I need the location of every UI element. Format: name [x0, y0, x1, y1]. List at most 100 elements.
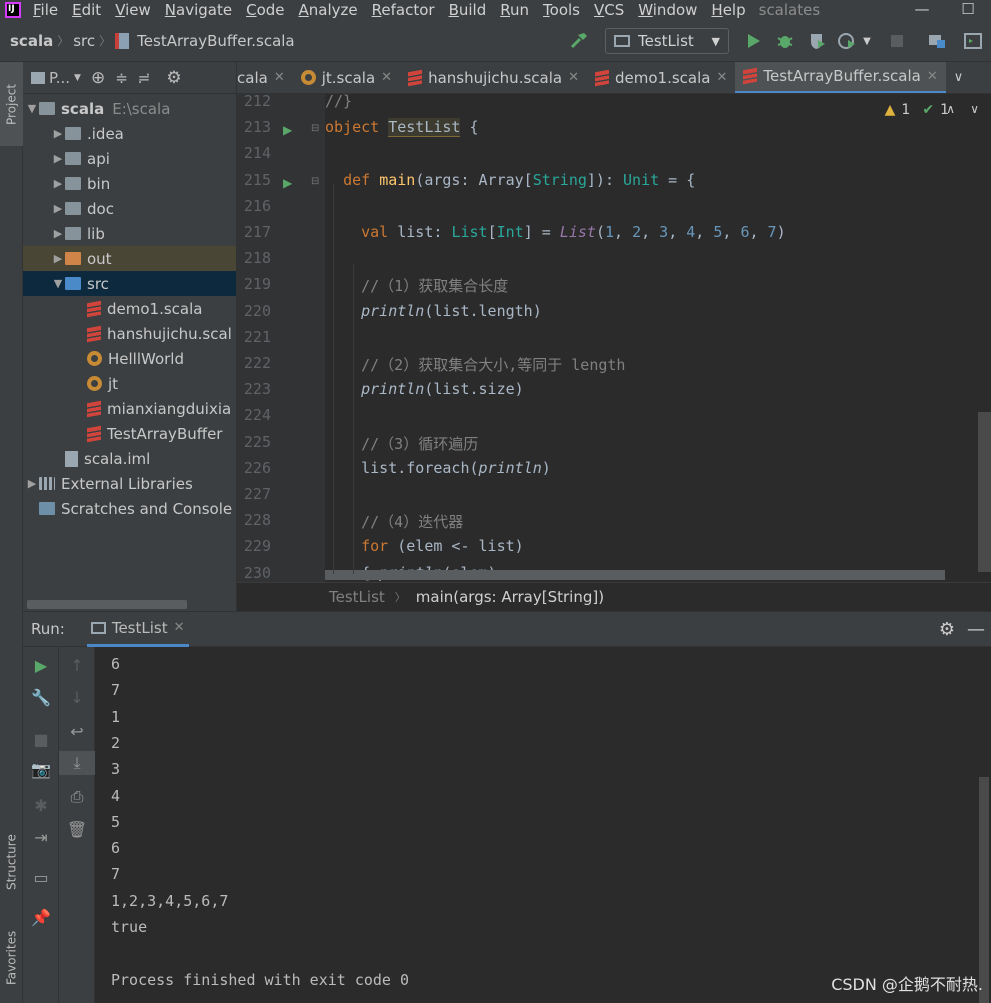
tree-item[interactable]: ▶ .idea — [23, 121, 236, 146]
up-arrow-icon[interactable]: ↑ — [59, 653, 95, 677]
build-hammer-icon[interactable] — [568, 30, 590, 52]
chevron-right-icon[interactable]: ▶ — [25, 477, 39, 490]
menu-analyze[interactable]: Analyze — [292, 0, 365, 20]
menu-tools[interactable]: Tools — [536, 0, 587, 20]
tree-item[interactable]: demo1.scala — [23, 296, 236, 321]
editor-horizontal-scrollbar[interactable] — [325, 570, 945, 580]
expand-all-icon[interactable]: ≑ — [115, 69, 128, 87]
tree-item[interactable]: ▶ lib — [23, 221, 236, 246]
editor-tab[interactable]: TestArrayBuffer.scala ✕ — [735, 62, 946, 93]
chevron-right-icon[interactable]: ▶ — [51, 127, 65, 140]
tree-item[interactable]: ▶ External Libraries — [23, 471, 236, 496]
editor-tab[interactable]: demo1.scala ✕ — [587, 62, 735, 93]
console-vertical-scrollbar[interactable] — [979, 777, 989, 1003]
chevron-down-icon[interactable]: ▼ — [51, 277, 65, 290]
menu-window[interactable]: Window — [631, 0, 704, 20]
run-configuration-select[interactable]: TestList ▼ — [605, 28, 729, 54]
menu-help[interactable]: Help — [704, 0, 752, 20]
close-icon[interactable]: ✕ — [568, 70, 579, 85]
tree-item[interactable]: ▶ out — [23, 246, 236, 271]
project-structure-icon[interactable] — [926, 30, 948, 52]
breadcrumb-dir[interactable]: src — [69, 32, 99, 50]
exit-icon[interactable]: ⇥ — [23, 825, 59, 849]
camera-icon[interactable]: 📷 — [23, 757, 59, 781]
gear-icon[interactable]: ⚙ — [166, 68, 181, 88]
pin-icon[interactable]: 📌 — [23, 905, 59, 929]
terminal-icon[interactable] — [962, 30, 984, 52]
rerun-icon[interactable]: ▶ — [23, 653, 59, 677]
trash-icon[interactable]: 🗑 — [59, 817, 95, 841]
inspection-widget[interactable]: ▲ 1 ✔ 1 — [885, 102, 949, 118]
close-icon[interactable]: ✕ — [274, 70, 285, 85]
menu-refactor[interactable]: Refactor — [365, 0, 442, 20]
menu-view[interactable]: View — [108, 0, 158, 20]
scroll-to-end-icon[interactable]: ⤓ — [59, 751, 95, 775]
tree-item[interactable]: ▼ src — [23, 271, 236, 296]
chevron-right-icon[interactable]: ▶ — [51, 152, 65, 165]
tree-item[interactable]: ▶ bin — [23, 171, 236, 196]
more-run-options-icon[interactable]: ▼ — [860, 30, 874, 52]
tree-item[interactable]: HelllWorld — [23, 346, 236, 371]
tree-item[interactable]: hanshujichu.scal — [23, 321, 236, 346]
run-tab-testlist[interactable]: TestList ✕ — [86, 611, 189, 647]
tab-list-icon[interactable]: ∨ — [954, 70, 964, 85]
breadcrumb-project[interactable]: scala — [0, 32, 57, 50]
layout-icon[interactable]: ▭ — [23, 865, 59, 889]
chevron-right-icon[interactable]: ▶ — [51, 177, 65, 190]
hide-panel-icon[interactable]: — — [967, 619, 985, 640]
previous-highlight-icon[interactable]: ∧ — [946, 102, 955, 116]
tree-item[interactable]: ▶ doc — [23, 196, 236, 221]
chevron-down-icon[interactable]: ▼ — [25, 102, 39, 115]
project-horizontal-scrollbar[interactable] — [27, 600, 187, 609]
editor-tab[interactable]: cala ✕ — [237, 62, 293, 93]
editor-vertical-scrollbar[interactable] — [978, 412, 991, 572]
collapse-all-icon[interactable]: ≓ — [138, 69, 151, 87]
chevron-right-icon[interactable]: ▶ — [51, 252, 65, 265]
tree-item[interactable]: mianxiangduixia — [23, 396, 236, 421]
run-with-coverage-icon[interactable] — [806, 30, 828, 52]
tree-item[interactable]: Scratches and Console — [23, 496, 236, 521]
debug-icon[interactable] — [774, 30, 796, 52]
tree-item[interactable]: ▼ scala E:\scala — [23, 96, 236, 121]
run-icon[interactable] — [742, 30, 764, 52]
structure-tool-tab[interactable]: Structure — [0, 818, 23, 906]
chevron-right-icon[interactable]: ▶ — [51, 202, 65, 215]
stop-icon[interactable]: ■ — [23, 727, 59, 751]
minimize-icon[interactable]: — — [899, 0, 945, 20]
soft-wrap-icon[interactable]: ↩ — [59, 719, 95, 743]
close-icon[interactable]: ✕ — [174, 620, 185, 635]
tree-item[interactable]: scala.iml — [23, 446, 236, 471]
tree-item[interactable]: jt — [23, 371, 236, 396]
editor-tab[interactable]: hanshujichu.scala ✕ — [400, 62, 587, 93]
next-highlight-icon[interactable]: ∨ — [970, 102, 979, 116]
locate-target-icon[interactable]: ⊕ — [91, 68, 105, 88]
breadcrumb-object[interactable]: TestList — [329, 588, 385, 606]
favorites-tool-tab[interactable]: Favorites — [0, 918, 23, 998]
code-editor[interactable]: ▶ ⊟ ▶ ⊟ 212//} 213 object TestList {214 215 de… — [237, 94, 991, 582]
chevron-right-icon[interactable]: ▶ — [51, 227, 65, 240]
tree-item[interactable]: TestArrayBuffer — [23, 421, 236, 446]
gear-icon[interactable]: ⚙ — [939, 619, 955, 640]
menu-code[interactable]: Code — [239, 0, 291, 20]
menu-vcs[interactable]: VCS — [587, 0, 631, 20]
debug-icon[interactable]: ✱ — [23, 793, 59, 817]
close-icon[interactable]: ✕ — [716, 70, 727, 85]
print-icon[interactable]: ⎙ — [59, 785, 95, 809]
menu-edit[interactable]: Edit — [65, 0, 108, 20]
project-tool-tab[interactable]: Project — [0, 62, 23, 146]
tree-item[interactable]: ▶ api — [23, 146, 236, 171]
menu-navigate[interactable]: Navigate — [158, 0, 239, 20]
menu-file[interactable]: File — [26, 0, 65, 20]
maximize-icon[interactable]: ☐ — [945, 0, 991, 20]
editor-tab[interactable]: jt.scala ✕ — [293, 62, 400, 93]
menu-run[interactable]: Run — [493, 0, 536, 20]
stop-icon[interactable] — [886, 30, 908, 52]
project-view-select[interactable]: P... ▼ — [31, 69, 81, 87]
wrench-icon[interactable]: 🔧 — [23, 685, 59, 709]
breadcrumb-file[interactable]: TestArrayBuffer.scala — [133, 32, 298, 50]
menu-build[interactable]: Build — [442, 0, 494, 20]
console-output[interactable]: 6 7 1 2 3 4 5 6 7 1,2,3,4,5,6,7 true Process finish… — [95, 647, 991, 1003]
close-icon[interactable]: ✕ — [381, 70, 392, 85]
down-arrow-icon[interactable]: ↓ — [59, 685, 95, 709]
close-icon[interactable]: ✕ — [927, 69, 938, 84]
